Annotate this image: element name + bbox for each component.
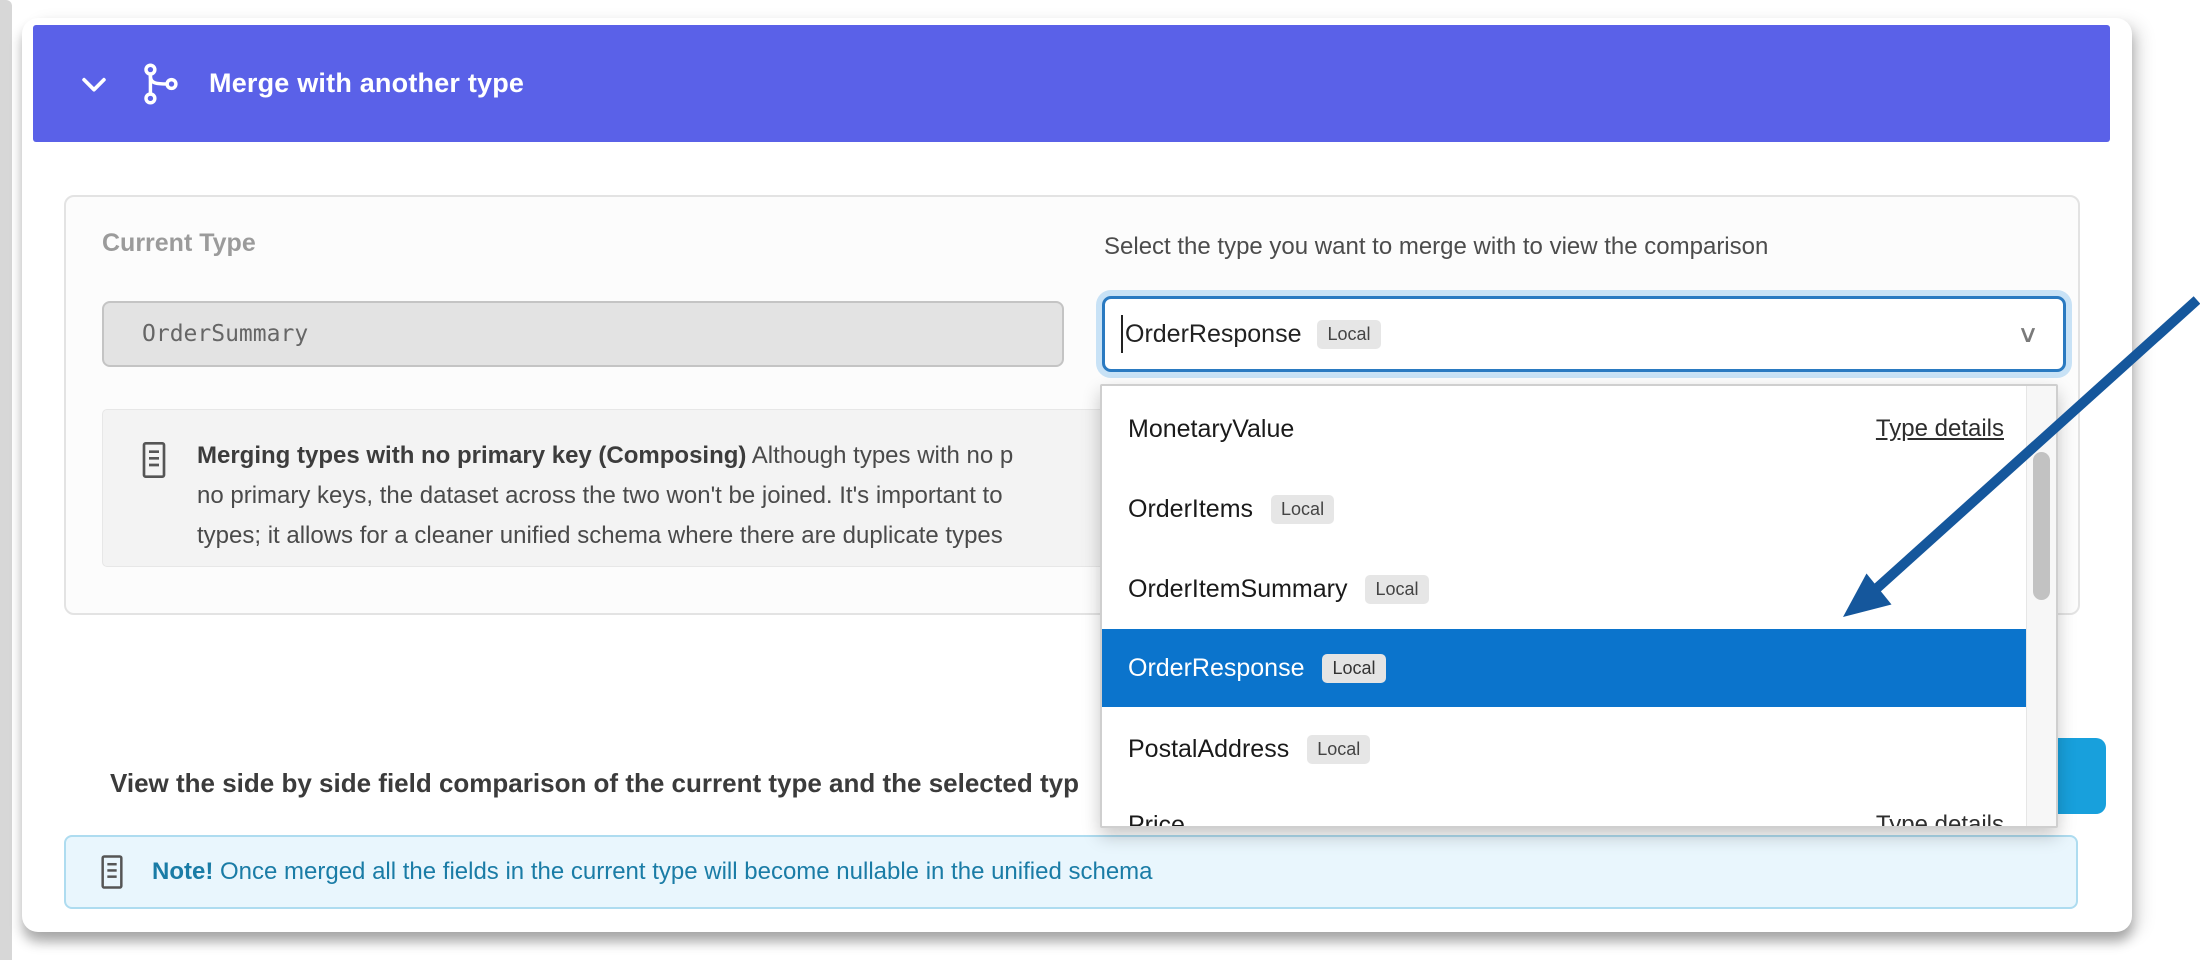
dropdown-item-orderitems[interactable]: OrderItems Local	[1102, 470, 2028, 548]
page: Merge with another type Current Type Sel…	[0, 0, 2200, 960]
dropdown-scrollbar-thumb[interactable]	[2033, 452, 2050, 600]
note-box: Note! Once merged all the fields in the …	[64, 835, 2078, 909]
section-title: Merge with another type	[209, 68, 524, 99]
dropdown-item-price[interactable]: Price Type details	[1102, 786, 2028, 828]
dropdown-item-monetaryvalue[interactable]: MonetaryValue Type details	[1102, 390, 2028, 468]
current-type-value: OrderSummary	[142, 321, 308, 347]
dropdown-item-label: MonetaryValue	[1128, 415, 1294, 444]
local-badge: Local	[1307, 735, 1370, 764]
local-badge: Local	[1271, 495, 1334, 524]
git-merge-icon	[137, 61, 183, 107]
select-chevron-down-icon[interactable]: ∨	[2017, 320, 2039, 348]
document-icon	[139, 440, 169, 556]
dropdown-scrollbar[interactable]	[2026, 386, 2056, 826]
dropdown-item-label: OrderItemSummary	[1128, 575, 1347, 604]
merge-type-select[interactable]: OrderResponse Local ∨	[1102, 296, 2066, 372]
dropdown-item-postaladdress[interactable]: PostalAddress Local	[1102, 710, 2028, 788]
selected-type-badge: Local	[1317, 320, 1380, 349]
local-badge: Local	[1365, 575, 1428, 604]
comparison-statement: View the side by side field comparison o…	[110, 768, 1079, 799]
note-text: Note! Once merged all the fields in the …	[152, 858, 1153, 886]
section-header[interactable]: Merge with another type	[33, 25, 2110, 142]
current-type-label: Current Type	[102, 229, 256, 258]
note-document-icon	[98, 853, 126, 891]
type-details-link[interactable]: Type details	[1876, 811, 2004, 828]
background-panel-edge	[0, 0, 12, 960]
dropdown-item-label: Price	[1128, 811, 1185, 829]
selected-type-value: OrderResponse	[1125, 320, 1301, 349]
current-type-input: OrderSummary	[102, 301, 1064, 367]
dropdown-item-label: OrderResponse	[1128, 654, 1304, 683]
dropdown-item-label: PostalAddress	[1128, 735, 1289, 764]
local-badge: Local	[1322, 654, 1385, 683]
text-cursor	[1121, 315, 1123, 353]
dropdown-item-orderitemsummary[interactable]: OrderItemSummary Local	[1102, 550, 2028, 628]
type-details-link[interactable]: Type details	[1876, 415, 2004, 443]
dropdown-item-orderresponse[interactable]: OrderResponse Local	[1102, 629, 2028, 707]
dropdown-item-label: OrderItems	[1128, 495, 1253, 524]
chevron-down-icon[interactable]	[77, 67, 111, 101]
select-type-label: Select the type you want to merge with t…	[1104, 233, 1768, 261]
type-dropdown: MonetaryValue Type details OrderItems Lo…	[1100, 384, 2058, 828]
